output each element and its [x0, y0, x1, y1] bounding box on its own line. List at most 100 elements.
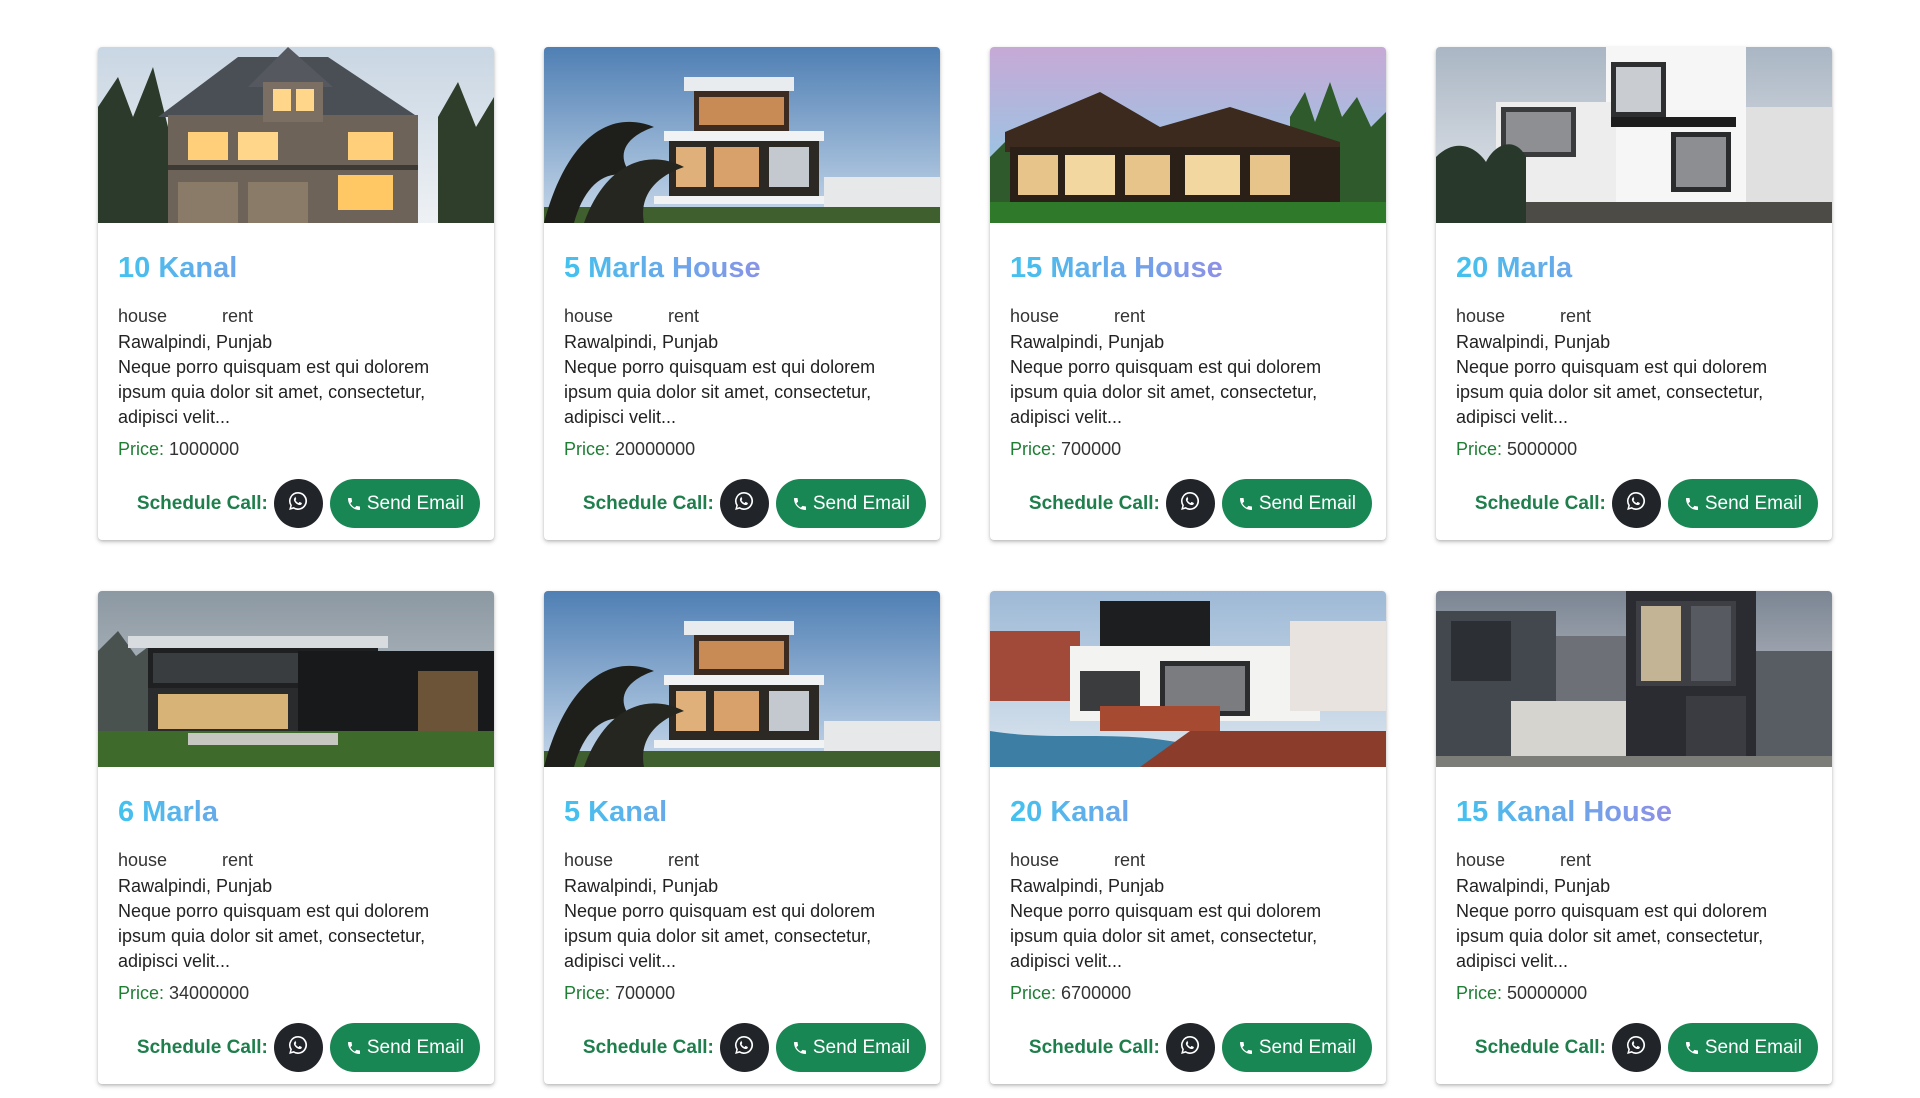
listing-card[interactable]: 5 Kanal house rent Rawalpindi, Punjab Neq… [544, 591, 940, 1084]
price-value: 700000 [1061, 439, 1122, 459]
schedule-call-label: Schedule Call: [1028, 492, 1160, 514]
listing-card[interactable]: 20 Marla house rent Rawalpindi, Punjab Ne… [1436, 47, 1832, 540]
listing-card[interactable]: 20 Kanal house rent Rawalpindi, Punjab Ne… [990, 591, 1386, 1084]
card-actions: Schedule Call: Send Email [990, 1023, 1386, 1072]
send-email-button[interactable]: Send Email [1221, 479, 1372, 528]
listing-description: Neque porro quisquam est qui dolorem ips… [1456, 901, 1768, 971]
listing-price: Price: 50000000 [1456, 981, 1812, 1005]
phone-icon [1684, 1040, 1700, 1056]
property-photo[interactable] [990, 591, 1386, 767]
send-email-label: Send Email [366, 492, 464, 514]
price-label: Price: [1010, 983, 1057, 1003]
listing-purpose: rent [1560, 306, 1592, 326]
listing-location: Rawalpindi, Punjab [1010, 876, 1165, 896]
schedule-call-label: Schedule Call: [1028, 1036, 1160, 1058]
phone-icon [346, 1040, 362, 1056]
property-type: house [1010, 306, 1060, 326]
send-email-button[interactable]: Send Email [329, 1023, 480, 1072]
whatsapp-button[interactable] [1611, 479, 1661, 528]
price-label: Price: [1010, 439, 1057, 459]
send-email-button[interactable]: Send Email [1221, 1023, 1372, 1072]
property-photo[interactable] [990, 47, 1386, 223]
listing-purpose: rent [1560, 850, 1592, 870]
price-value: 700000 [615, 983, 676, 1003]
property-type: house [118, 850, 168, 870]
schedule-call-label: Schedule Call: [1474, 1036, 1606, 1058]
listing-title[interactable]: 15 Kanal House [1456, 794, 1812, 830]
whatsapp-button[interactable] [719, 1023, 769, 1072]
whatsapp-button[interactable] [719, 479, 769, 528]
listing-location: Rawalpindi, Punjab [1010, 332, 1165, 352]
listing-title[interactable]: 10 Kanal [118, 250, 474, 286]
listing-location: Rawalpindi, Punjab [1456, 332, 1611, 352]
send-email-button[interactable]: Send Email [775, 479, 926, 528]
listing-description: Neque porro quisquam est qui dolorem ips… [564, 901, 876, 971]
listing-price: Price: 20000000 [564, 437, 920, 461]
price-label: Price: [118, 439, 165, 459]
property-type: house [118, 306, 168, 326]
price-label: Price: [1456, 439, 1503, 459]
phone-icon [1238, 1040, 1254, 1056]
listing-title[interactable]: 20 Kanal [1010, 794, 1366, 830]
listing-purpose: rent [222, 850, 254, 870]
property-type: house [1456, 850, 1506, 870]
schedule-call-label: Schedule Call: [136, 1036, 268, 1058]
listing-description: Neque porro quisquam est qui dolorem ips… [564, 357, 876, 427]
card-actions: Schedule Call: Send Email [990, 479, 1386, 528]
price-value: 1000000 [169, 439, 240, 459]
whatsapp-icon [1625, 1034, 1647, 1061]
price-value: 50000000 [1507, 983, 1588, 1003]
price-label: Price: [564, 439, 611, 459]
listing-price: Price: 700000 [564, 981, 920, 1005]
listing-card[interactable]: 15 Marla House house rent Rawalpindi, Pun… [990, 47, 1386, 540]
property-photo[interactable] [1436, 47, 1832, 223]
send-email-button[interactable]: Send Email [329, 479, 480, 528]
listing-description: Neque porro quisquam est qui dolorem ips… [118, 901, 430, 971]
whatsapp-button[interactable] [273, 479, 323, 528]
listing-card[interactable]: 5 Marla House house rent Rawalpindi, Punj… [544, 47, 940, 540]
whatsapp-button[interactable] [1611, 1023, 1661, 1072]
send-email-label: Send Email [812, 492, 910, 514]
listing-card[interactable]: 10 Kanal house rent Rawalpindi, Punjab Ne… [98, 47, 494, 540]
listing-location: Rawalpindi, Punjab [118, 876, 273, 896]
listing-purpose: rent [1114, 306, 1146, 326]
listing-title[interactable]: 5 Marla House [564, 250, 920, 286]
property-type: house [564, 306, 614, 326]
listing-purpose: rent [222, 306, 254, 326]
send-email-button[interactable]: Send Email [775, 1023, 926, 1072]
send-email-label: Send Email [1258, 1036, 1356, 1058]
send-email-button[interactable]: Send Email [1667, 1023, 1818, 1072]
property-type: house [1456, 306, 1506, 326]
whatsapp-icon [733, 490, 755, 517]
price-value: 5000000 [1507, 439, 1578, 459]
phone-icon [792, 1040, 808, 1056]
whatsapp-icon [1625, 490, 1647, 517]
card-actions: Schedule Call: Send Email [544, 479, 940, 528]
listing-purpose: rent [668, 306, 700, 326]
property-photo[interactable] [98, 591, 494, 767]
property-photo[interactable] [544, 591, 940, 767]
listing-card[interactable]: 6 Marla house rent Rawalpindi, Punjab Neq… [98, 591, 494, 1084]
whatsapp-button[interactable] [1165, 479, 1215, 528]
listing-description: Neque porro quisquam est qui dolorem ips… [1456, 357, 1768, 427]
price-label: Price: [118, 983, 165, 1003]
schedule-call-label: Schedule Call: [1474, 492, 1606, 514]
property-photo[interactable] [544, 47, 940, 223]
listing-card[interactable]: 15 Kanal House house rent Rawalpindi, Pun… [1436, 591, 1832, 1084]
listing-description: Neque porro quisquam est qui dolorem ips… [1010, 901, 1322, 971]
schedule-call-label: Schedule Call: [582, 1036, 714, 1058]
price-value: 6700000 [1061, 983, 1132, 1003]
whatsapp-icon [1179, 490, 1201, 517]
listing-title[interactable]: 20 Marla [1456, 250, 1812, 286]
property-photo[interactable] [98, 47, 494, 223]
listing-title[interactable]: 5 Kanal [564, 794, 920, 830]
property-photo[interactable] [1436, 591, 1832, 767]
whatsapp-button[interactable] [1165, 1023, 1215, 1072]
send-email-button[interactable]: Send Email [1667, 479, 1818, 528]
listing-purpose: rent [668, 850, 700, 870]
whatsapp-button[interactable] [273, 1023, 323, 1072]
listing-price: Price: 6700000 [1010, 981, 1366, 1005]
whatsapp-icon [287, 1034, 309, 1061]
listing-title[interactable]: 15 Marla House [1010, 250, 1366, 286]
listing-title[interactable]: 6 Marla [118, 794, 474, 830]
